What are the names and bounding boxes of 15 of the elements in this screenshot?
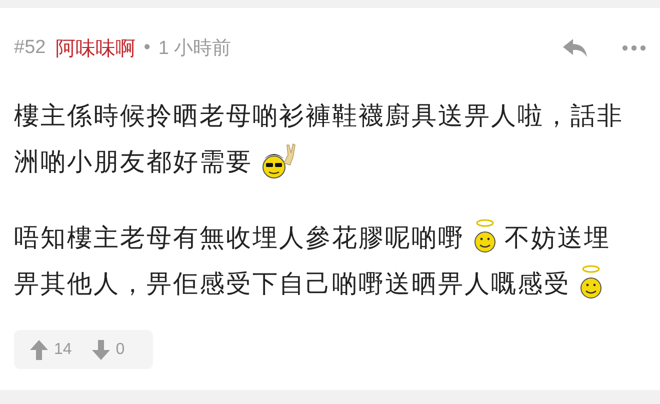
- reply-icon[interactable]: [562, 38, 588, 58]
- author-name[interactable]: 阿味味啊: [56, 34, 136, 62]
- sunglasses-smiley-icon: [260, 141, 296, 181]
- comment-text: 畀其他人，畀佢感受下自己啲嘢送晒畀人嘅感受: [14, 268, 570, 300]
- angel-smiley-icon: [472, 219, 496, 255]
- post-number: #52: [14, 37, 46, 59]
- more-icon[interactable]: [622, 45, 646, 51]
- post-time: 1 小時前: [158, 37, 232, 61]
- comment-text: 洲啲小朋友都好需要: [14, 146, 252, 178]
- angel-smiley-icon: [578, 265, 602, 301]
- comment-text: 唔知樓主老母有無收埋人參花膠呢啲嘢: [14, 222, 464, 254]
- comment-text: 不妨送埋: [504, 222, 610, 254]
- separator-dot: •: [144, 37, 150, 59]
- comment-text: 樓主係時候拎晒老母啲衫褲鞋襪廚具送畀人啦，話非: [14, 100, 624, 132]
- upvote-button[interactable]: 14: [30, 340, 72, 360]
